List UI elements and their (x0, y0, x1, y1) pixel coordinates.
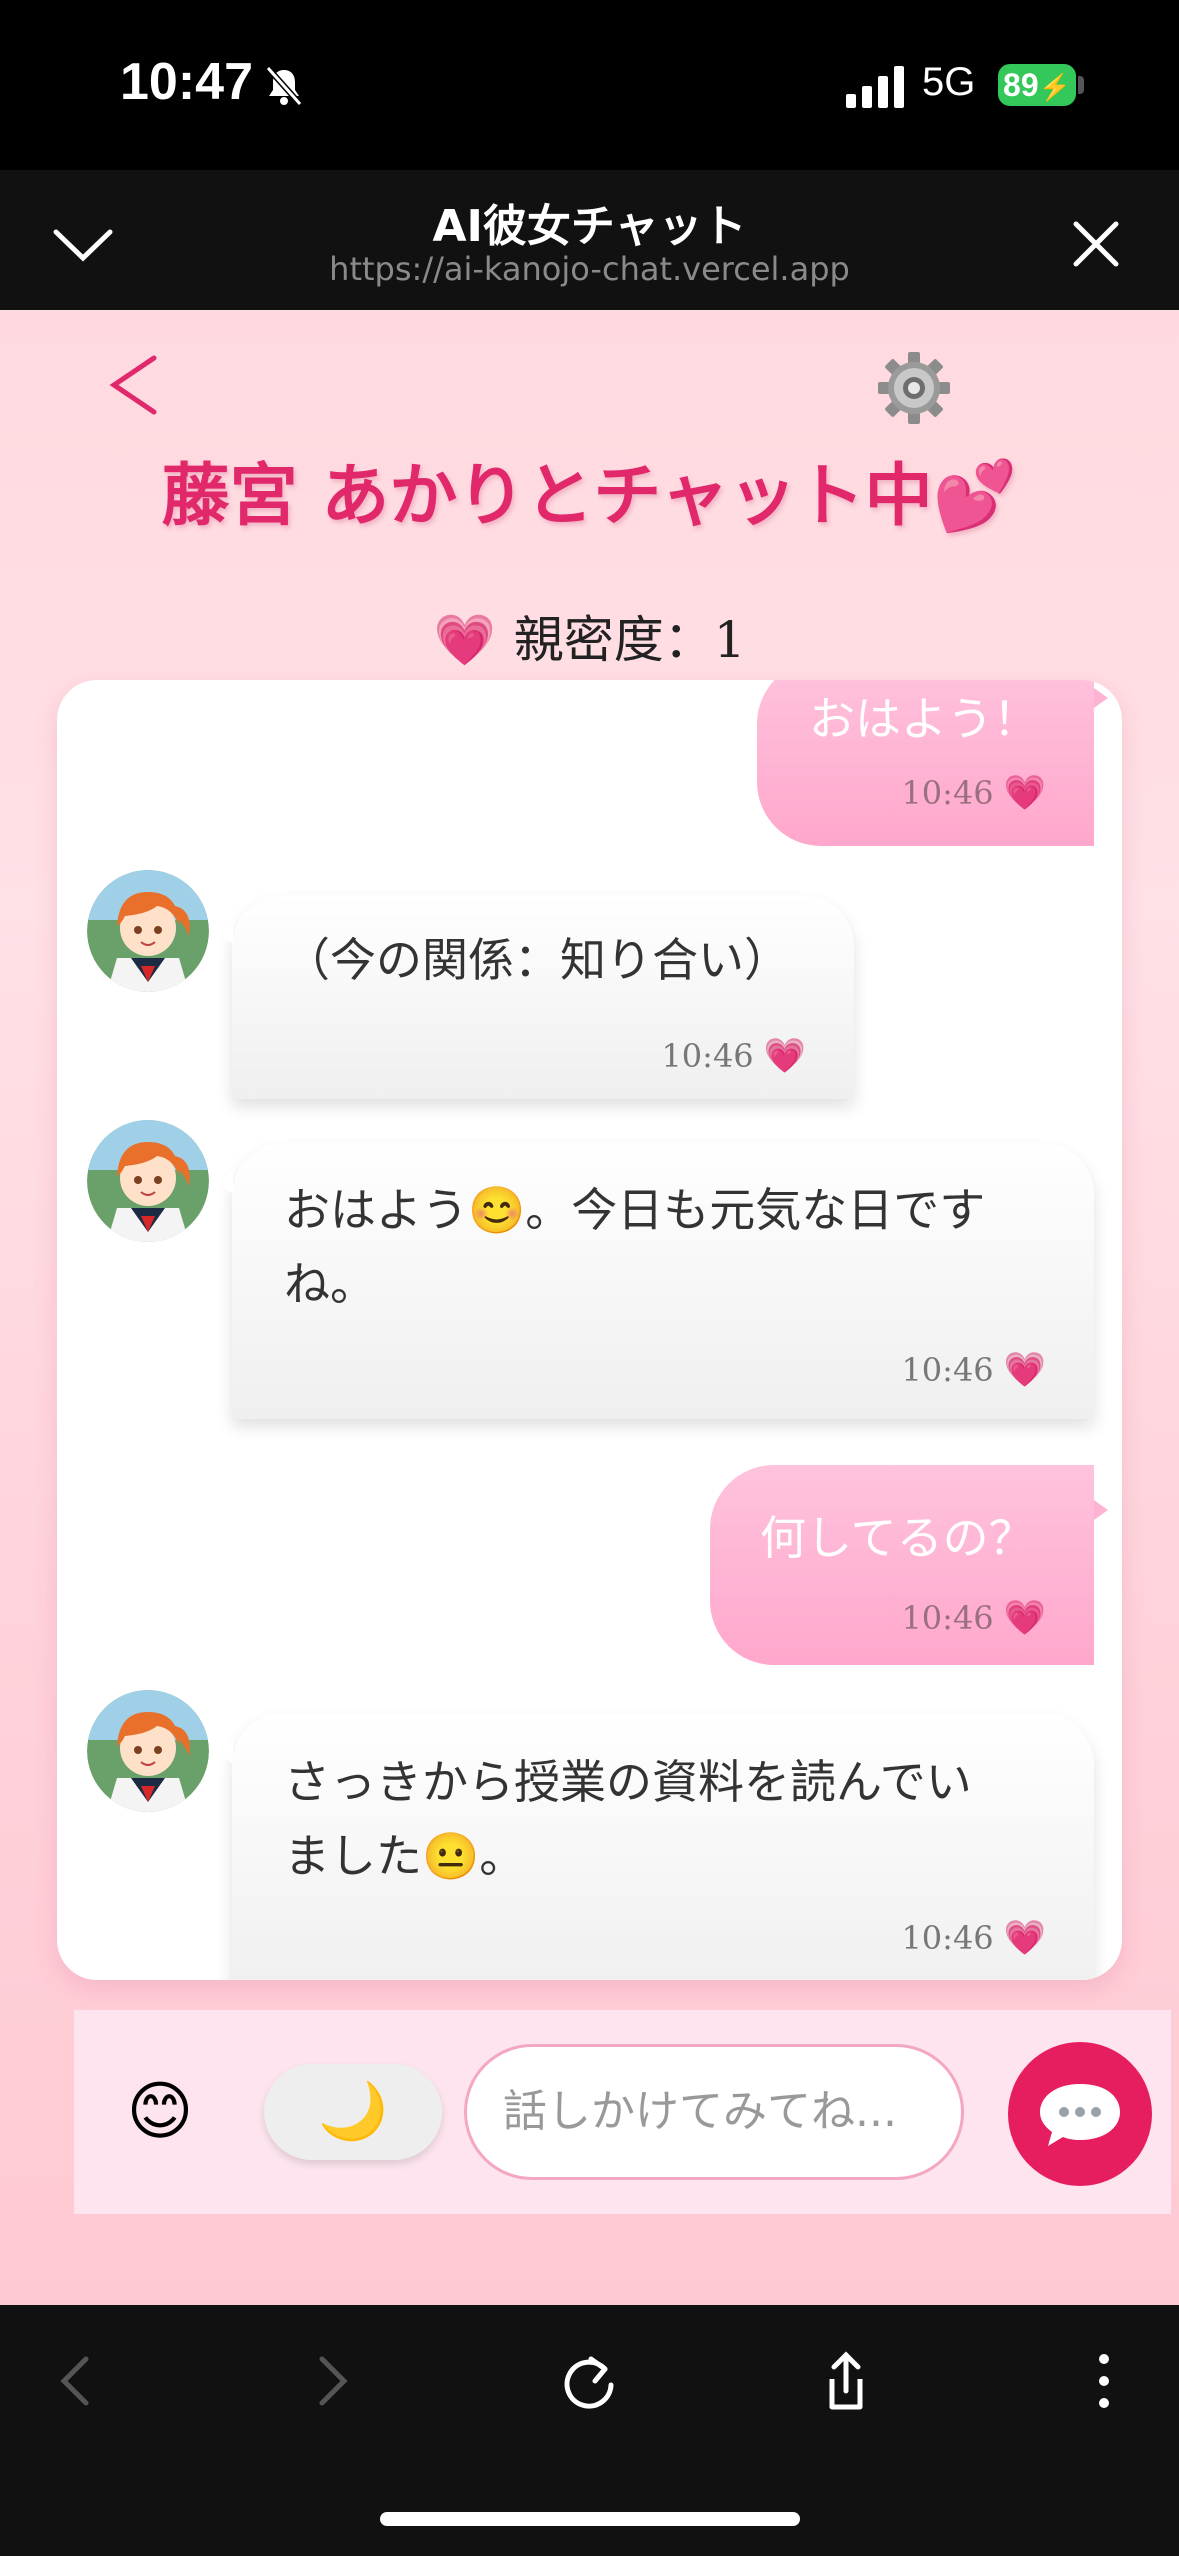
speech-bubble-icon (1040, 2084, 1120, 2146)
battery-cap (1078, 76, 1084, 94)
reload-icon[interactable] (553, 2345, 625, 2417)
emoji-button[interactable]: 😊 (120, 2072, 200, 2152)
message-text-line: ました😐。 (284, 1829, 526, 1883)
share-icon[interactable] (810, 2345, 882, 2417)
time-label: 10:46 (901, 1599, 994, 1637)
chat-log[interactable]: おはよう！ 10:46 💗 （今の関係：知り合い） 10:46 💗 おはよう😊。… (57, 680, 1122, 1980)
battery-level: 89 (1003, 67, 1039, 103)
time-label: 10:46 (661, 1037, 754, 1075)
avatar[interactable] (87, 1690, 209, 1812)
heart-icon: 💗 (433, 611, 496, 669)
message-time: 10:46 💗 (901, 756, 1046, 830)
status-time: 10:47 (120, 53, 253, 111)
heart-icon: 💗 (1003, 1918, 1046, 1958)
affinity-display: 💗 親密度：1 (0, 600, 1179, 672)
avatar[interactable] (87, 870, 209, 992)
message-text: （今の関係：知り合い） (284, 933, 790, 987)
chat-page: 藤宮 あかりとチャット中💕 💗 親密度：1 おはよう！ 10:46 💗 （今の関… (0, 310, 1179, 2305)
bubble-tail (1094, 1500, 1108, 1520)
user-message: 何してるの？ 10:46 💗 (710, 1465, 1094, 1665)
time-label: 10:46 (901, 774, 994, 812)
message-text: おはよう！ (809, 692, 1039, 746)
message-text-line: おはよう😊。今日も元気な日です (284, 1183, 986, 1237)
message-time: 10:46 💗 (901, 1901, 1046, 1975)
user-message: おはよう！ 10:46 💗 (757, 680, 1094, 846)
battery-indicator: 89⚡ (998, 64, 1076, 106)
browser-title: AI彼女チャット (432, 201, 747, 252)
heart-icon: 💗 (1003, 773, 1046, 813)
signal-icon (846, 66, 904, 108)
message-text-line: さっきから授業の資料を読んでい (284, 1755, 972, 1809)
ai-message: おはよう😊。今日も元気な日です ね。 10:46 💗 (232, 1143, 1094, 1419)
time-label: 10:46 (901, 1351, 994, 1389)
bell-muted-icon (265, 66, 303, 106)
browser-url[interactable]: https://ai-kanojo-chat.vercel.app (0, 250, 1179, 288)
screen: 10:47 5G 89⚡ AI彼女チャット https://ai-kanojo-… (0, 0, 1179, 2556)
message-input[interactable]: 話しかけてみてね... (464, 2044, 964, 2180)
message-time: 10:46 💗 (901, 1581, 1046, 1655)
back-icon[interactable] (40, 2345, 112, 2417)
home-indicator (380, 2512, 800, 2526)
avatar[interactable] (87, 1120, 209, 1242)
heart-icon: 💗 (1003, 1598, 1046, 1638)
message-input-bar: 😊 🌙 話しかけてみてね... (74, 2010, 1171, 2214)
bubble-tail (217, 1740, 233, 1764)
page-title: 藤宮 あかりとチャット中💕 (161, 456, 1018, 536)
message-time: 10:46 💗 (901, 1333, 1046, 1407)
message-text: 何してるの？ (760, 1511, 1035, 1565)
time-label: 10:46 (901, 1919, 994, 1957)
status-bar: 10:47 5G 89⚡ (0, 0, 1179, 170)
bubble-tail (217, 920, 233, 944)
message-time: 10:46 💗 (661, 1019, 806, 1093)
back-arrow-icon[interactable] (104, 350, 164, 420)
bubble-tail (217, 1170, 233, 1194)
browser-header: AI彼女チャット https://ai-kanojo-chat.vercel.a… (0, 170, 1179, 310)
ai-message: （今の関係：知り合い） 10:46 💗 (232, 895, 854, 1099)
affinity-label: 親密度：1 (513, 611, 746, 669)
heart-icon: 💗 (1003, 1350, 1046, 1390)
close-icon[interactable] (1068, 216, 1124, 272)
bubble-tail (1094, 688, 1108, 708)
heart-icon: 💗 (763, 1036, 806, 1076)
ai-message: さっきから授業の資料を読んでい ました😐。 10:46 💗 (232, 1713, 1094, 1980)
gear-icon[interactable] (876, 350, 952, 426)
more-icon[interactable] (1068, 2345, 1140, 2417)
network-type: 5G (922, 60, 976, 104)
send-button[interactable] (1008, 2042, 1152, 2186)
forward-icon[interactable] (296, 2345, 368, 2417)
message-text-line: ね。 (284, 1257, 376, 1311)
night-mode-toggle[interactable]: 🌙 (264, 2064, 442, 2160)
